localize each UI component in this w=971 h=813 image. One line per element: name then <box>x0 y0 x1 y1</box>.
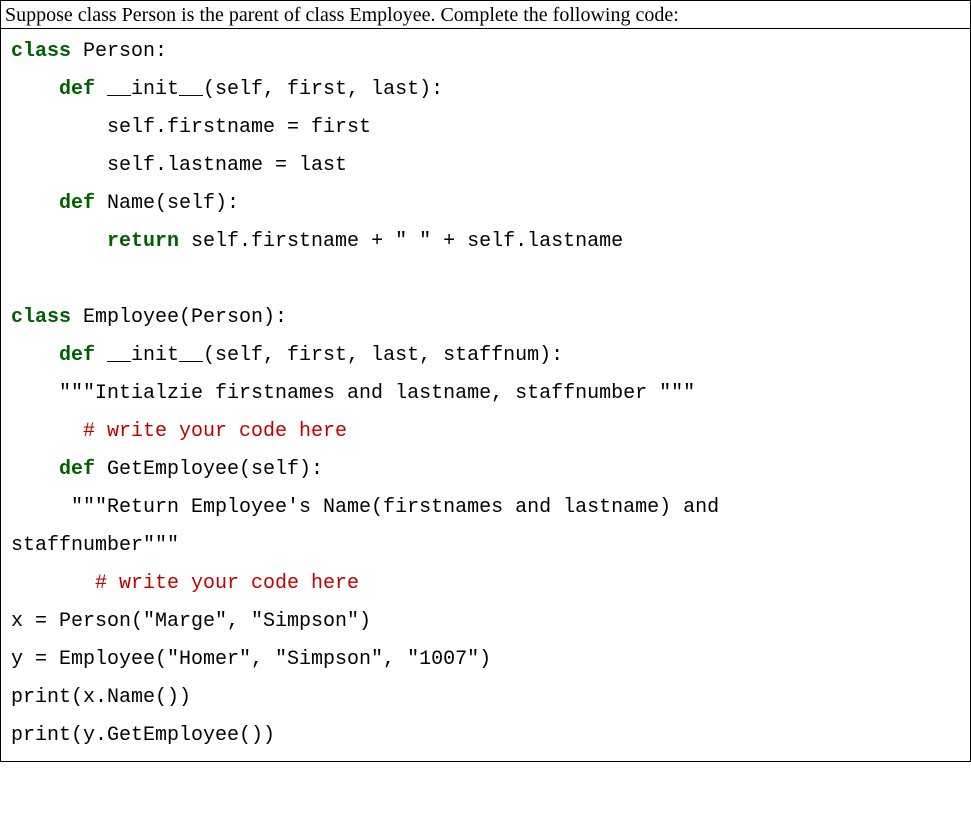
code-text: GetEmployee(self): <box>95 458 323 481</box>
code-text: self.firstname = first <box>11 116 371 139</box>
document-container: Suppose class Person is the parent of cl… <box>0 0 971 762</box>
code-text: Name(self): <box>95 192 239 215</box>
code-text: self.firstname + " " + self.lastname <box>179 230 623 253</box>
code-text: self.lastname = last <box>11 154 347 177</box>
code-text: __init__(self, first, last, staffnum): <box>95 344 563 367</box>
code-text: Employee(Person): <box>71 306 287 329</box>
prompt-text: Suppose class Person is the parent of cl… <box>0 0 971 28</box>
docstring: """Return Employee's Name(firstnames and… <box>11 496 731 519</box>
comment: # write your code here <box>11 420 347 443</box>
keyword-def: def <box>11 78 95 101</box>
keyword-def: def <box>11 192 95 215</box>
keyword-class: class <box>11 306 71 329</box>
code-text: y = Employee("Homer", "Simpson", "1007") <box>11 648 491 671</box>
code-text: __init__(self, first, last): <box>95 78 443 101</box>
docstring: """Intialzie firstnames and lastname, st… <box>11 382 695 405</box>
comment: # write your code here <box>11 572 359 595</box>
docstring: staffnumber""" <box>11 534 179 557</box>
keyword-class: class <box>11 40 71 63</box>
code-text: print(x.Name()) <box>11 686 191 709</box>
keyword-return: return <box>11 230 179 253</box>
code-text: x = Person("Marge", "Simpson") <box>11 610 371 633</box>
code-text: print(y.GetEmployee()) <box>11 724 275 747</box>
keyword-def: def <box>11 458 95 481</box>
code-block: class Person: def __init__(self, first, … <box>0 28 971 762</box>
code-text: Person: <box>71 40 167 63</box>
keyword-def: def <box>11 344 95 367</box>
